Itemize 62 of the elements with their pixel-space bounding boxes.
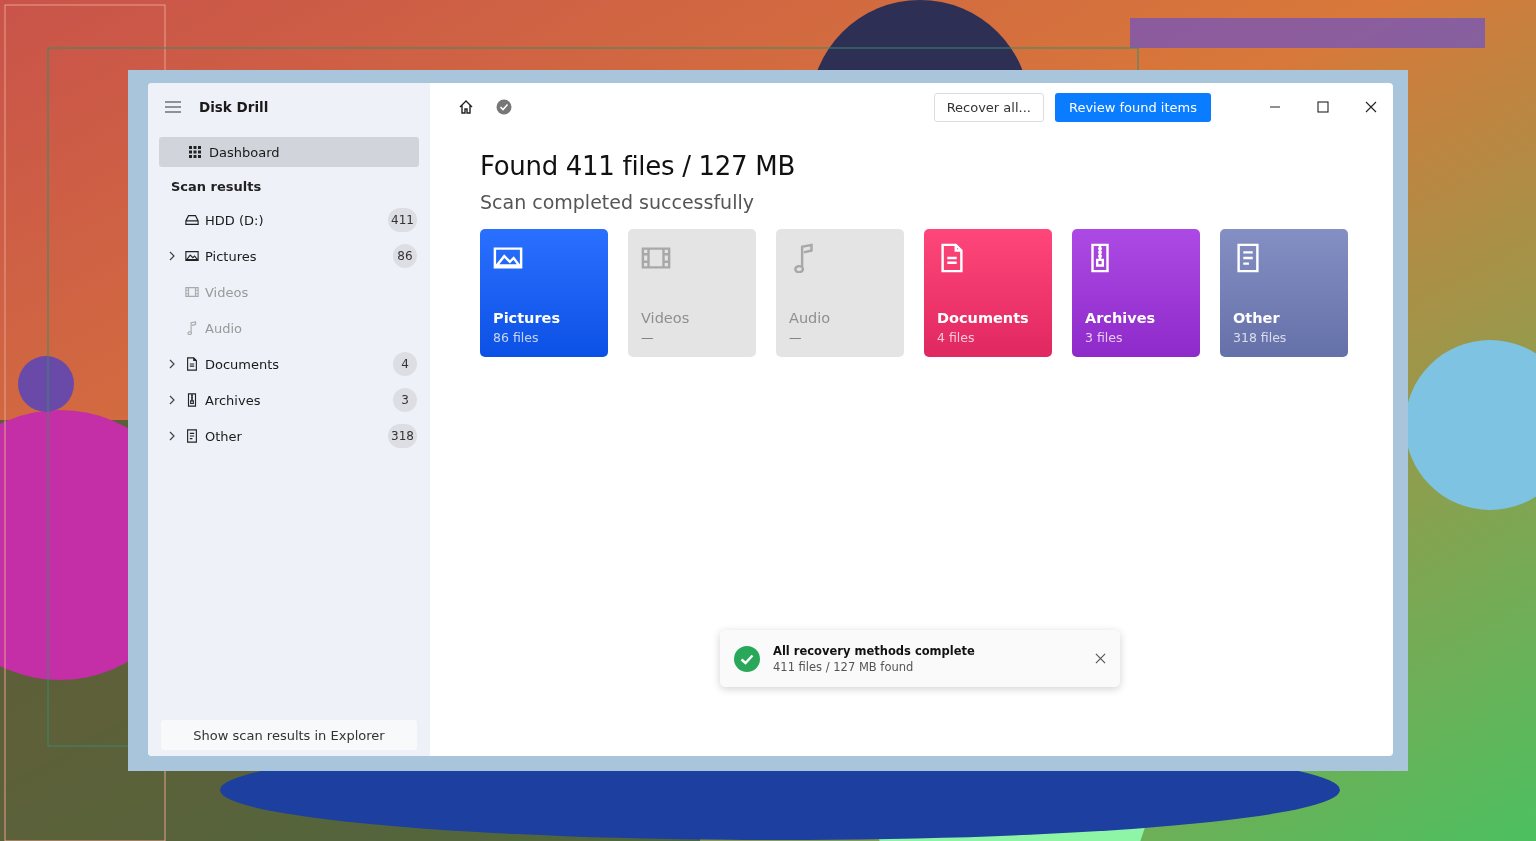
audio-icon (185, 321, 199, 335)
menu-icon[interactable] (165, 101, 181, 113)
item-label: Pictures (205, 248, 258, 264)
app-title: Disk Drill (199, 99, 269, 115)
show-in-explorer-button[interactable]: Show scan results in Explorer (161, 720, 417, 750)
chevron-icon[interactable] (169, 395, 175, 405)
sidebar-item[interactable]: Archives 3 (159, 382, 419, 418)
result-heading: Found 411 files / 127 MB (480, 151, 796, 181)
category-card[interactable]: Other 318 files (1220, 229, 1348, 357)
item-label: Audio (205, 320, 243, 336)
item-label: Documents (205, 356, 281, 372)
section-title: Scan results (170, 178, 263, 196)
archives-icon (185, 393, 199, 407)
item-label: Archives (205, 392, 262, 408)
count-badge: 3 (393, 388, 417, 412)
file-count: — (641, 330, 655, 345)
category-card[interactable]: Archives 3 files (1072, 229, 1200, 357)
sidebar-item[interactable]: Pictures 86 (159, 238, 419, 274)
card-title: Archives (1085, 310, 1157, 326)
maximize-icon[interactable] (1317, 101, 1329, 113)
category-card[interactable]: Documents 4 files (924, 229, 1052, 357)
card-title: Documents (937, 310, 1030, 326)
count-badge: 411 (388, 208, 417, 232)
sidebar-item[interactable]: Other 318 (159, 418, 419, 454)
toast-message: 411 files / 127 MB found (773, 659, 915, 674)
card-title: Videos (641, 310, 691, 326)
chevron-icon[interactable] (169, 359, 175, 369)
count-badge: 4 (393, 352, 417, 376)
toast-title: All recovery methods complete (773, 643, 976, 658)
sidebar-item[interactable]: HDD (D:) 411 (159, 202, 419, 238)
sidebar-item[interactable]: Documents 4 (159, 346, 419, 382)
chevron-icon[interactable] (169, 251, 175, 261)
card-title: Pictures (493, 310, 562, 326)
close-icon[interactable] (1095, 653, 1106, 664)
recover-all-button[interactable]: Recover all... (933, 92, 1044, 122)
chevron-icon[interactable] (169, 431, 175, 441)
item-label: Videos (205, 284, 250, 300)
file-count: 3 files (1085, 330, 1124, 345)
file-count: — (789, 330, 803, 345)
documents-icon (185, 357, 199, 371)
grid-icon (188, 145, 202, 159)
card-title: Audio (789, 310, 832, 326)
success-icon (734, 645, 760, 672)
other-icon (185, 429, 199, 443)
file-count: 318 files (1233, 330, 1288, 345)
review-found-items-button[interactable]: Review found items (1054, 92, 1211, 122)
category-card[interactable]: Pictures 86 files (480, 229, 608, 357)
item-label: Other (205, 428, 243, 444)
item-label: HDD (D:) (205, 212, 265, 228)
pictures-icon (185, 249, 199, 263)
dashboard-nav-item[interactable]: Dashboard (159, 137, 419, 167)
file-count: 4 files (937, 330, 976, 345)
count-badge: 86 (393, 244, 417, 268)
drive-icon (185, 213, 199, 227)
file-count: 86 files (493, 330, 540, 345)
check-icon[interactable] (496, 99, 512, 115)
home-icon[interactable] (458, 99, 474, 115)
scan-status: Scan completed successfully (480, 191, 755, 213)
card-title: Other (1233, 310, 1281, 326)
videos-icon (185, 285, 199, 299)
close-icon[interactable] (1365, 101, 1377, 113)
count-badge: 318 (388, 424, 417, 448)
